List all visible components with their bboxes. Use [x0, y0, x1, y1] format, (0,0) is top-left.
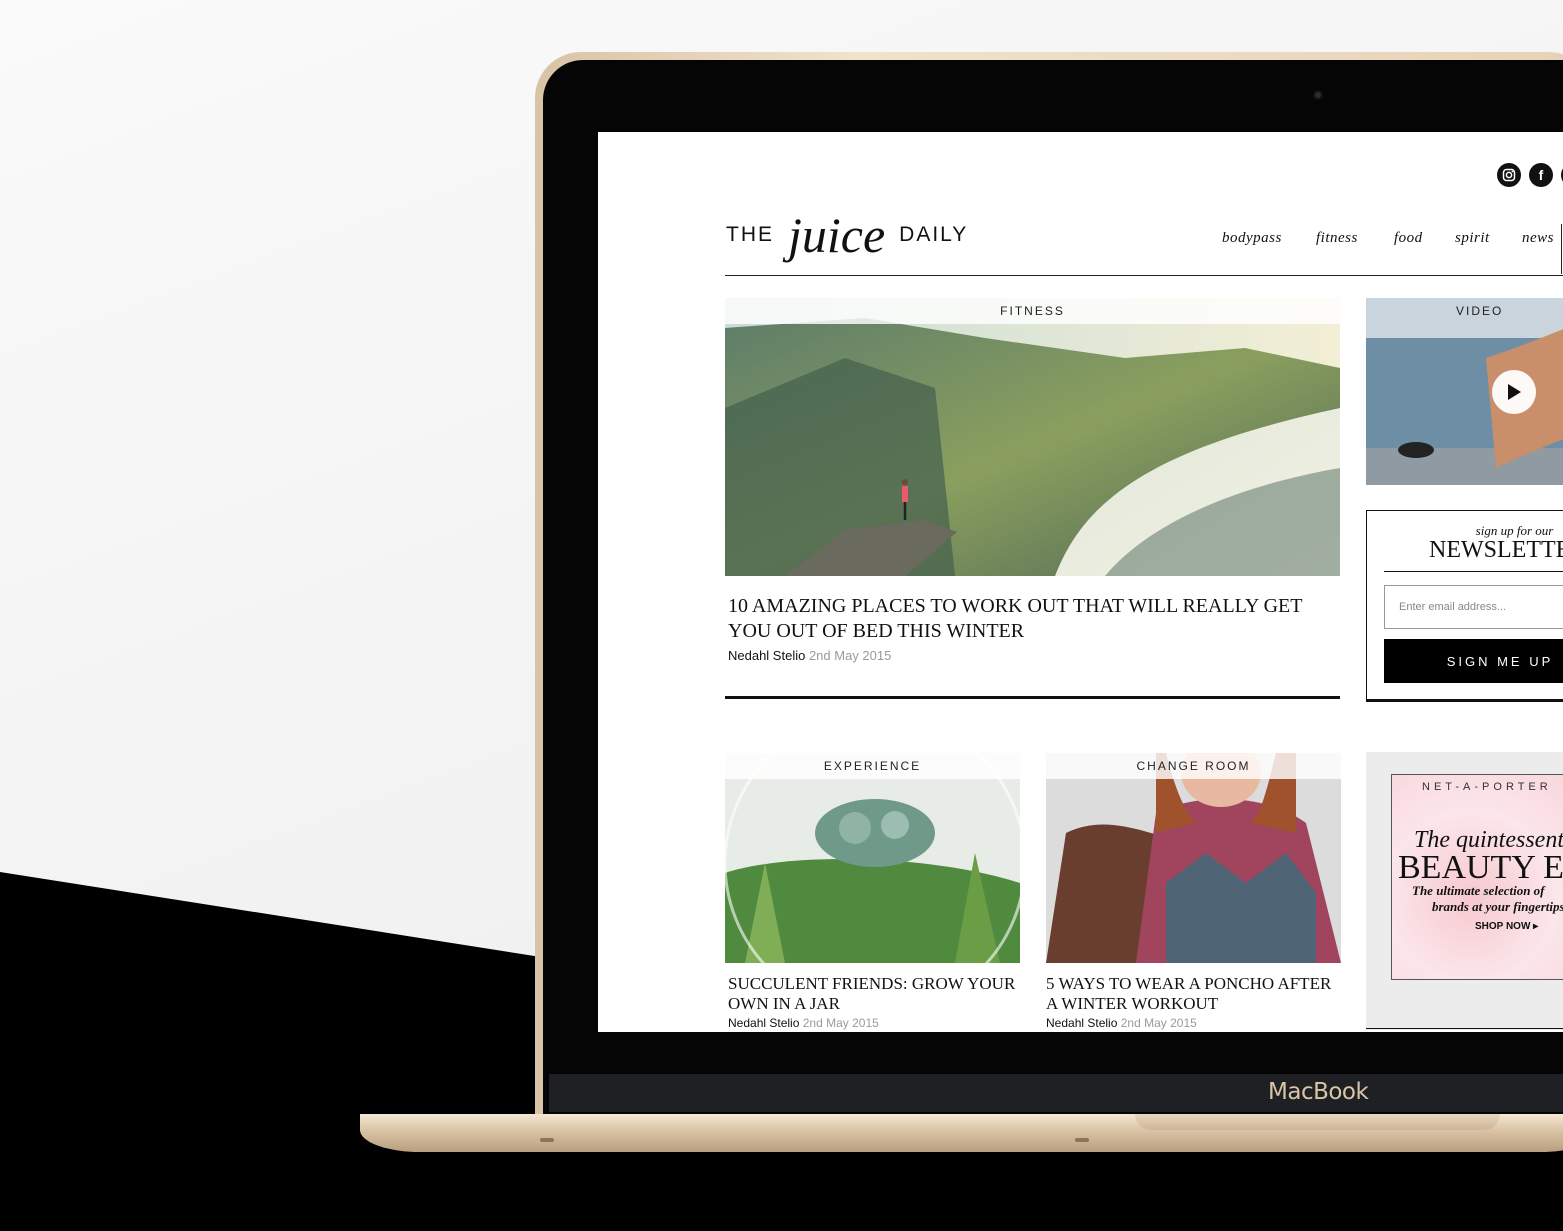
- nav-item-bodypass[interactable]: bodypass: [1222, 230, 1282, 247]
- feature-byline: Nedahl Stelio 2nd May 2015: [728, 648, 891, 663]
- camera-icon: [1313, 90, 1323, 100]
- feature-date: 2nd May 2015: [808, 648, 892, 663]
- nav-divider: [1561, 224, 1562, 274]
- article-image-poncho[interactable]: [1046, 753, 1341, 963]
- ad-line4: brands at your fingertips: [1432, 899, 1563, 914]
- sign-up-button[interactable]: SIGN ME UP: [1384, 639, 1563, 683]
- laptop-foot: [1075, 1138, 1089, 1142]
- play-button[interactable]: [1492, 370, 1536, 414]
- ad-line3: The ultimate selection of: [1412, 883, 1545, 898]
- article-headline[interactable]: SUCCULENT FRIENDS: GROW YOUR OWN IN A JA…: [728, 974, 1020, 1014]
- ad-banner[interactable]: NET-A-PORTER The quintessential BEAUTY E…: [1391, 774, 1563, 980]
- article-category[interactable]: CHANGE ROOM: [1046, 753, 1341, 779]
- header-rule: [725, 275, 1563, 276]
- laptop-notch: [1135, 1114, 1500, 1130]
- article-date: 2nd May 2015: [1120, 1016, 1197, 1030]
- email-field[interactable]: Enter email address...: [1384, 585, 1563, 629]
- ad-brand: NET-A-PORTER: [1422, 781, 1552, 793]
- facebook-icon[interactable]: f: [1529, 163, 1553, 187]
- site-logo[interactable]: THE juice DAILY: [726, 206, 968, 266]
- article-byline: Nedahl Stelio 2nd May 2015: [1046, 1016, 1197, 1030]
- logo-daily: DAILY: [899, 223, 969, 246]
- logo-juice: juice: [788, 207, 886, 263]
- article-image-succulent[interactable]: [725, 753, 1020, 963]
- article-byline: Nedahl Stelio 2nd May 2015: [728, 1016, 879, 1030]
- sidebar-rule: [1366, 1028, 1563, 1029]
- feature-headline[interactable]: 10 AMAZING PLACES TO WORK OUT THAT WILL …: [728, 594, 1338, 644]
- browser-screen: f THE juice DAILY bodypass fitness food sp…: [598, 132, 1563, 1032]
- feature-author[interactable]: Nedahl Stelio: [728, 648, 805, 663]
- newsletter-title: NEWSLETTER: [1429, 537, 1563, 563]
- sign-up-label: SIGN ME UP: [1446, 653, 1554, 669]
- ad-line2: BEAUTY EDIT: [1398, 849, 1563, 886]
- nav-item-food[interactable]: food: [1394, 230, 1423, 247]
- laptop-brand: MacBook: [1268, 1079, 1369, 1105]
- feature-image[interactable]: [725, 298, 1340, 576]
- newsletter-rule: [1384, 571, 1563, 572]
- laptop-chin: [549, 1074, 1563, 1112]
- article-headline[interactable]: 5 WAYS TO WEAR A PONCHO AFTER A WINTER W…: [1046, 974, 1338, 1014]
- laptop-foot: [540, 1138, 554, 1142]
- article-author[interactable]: Nedahl Stelio: [1046, 1016, 1117, 1030]
- video-category[interactable]: VIDEO: [1366, 298, 1563, 324]
- article-author[interactable]: Nedahl Stelio: [728, 1016, 799, 1030]
- shop-now-link[interactable]: SHOP NOW ▸: [1475, 921, 1538, 932]
- feature-divider: [725, 696, 1340, 699]
- instagram-icon[interactable]: [1497, 163, 1521, 187]
- article-category[interactable]: EXPERIENCE: [725, 753, 1020, 779]
- nav-item-spirit[interactable]: spirit: [1455, 230, 1490, 247]
- feature-category[interactable]: FITNESS: [725, 298, 1340, 324]
- article-date: 2nd May 2015: [802, 1016, 879, 1030]
- logo-the: THE: [726, 223, 774, 246]
- nav-item-fitness[interactable]: fitness: [1316, 230, 1358, 247]
- play-icon: [1508, 384, 1521, 400]
- nav-item-news[interactable]: news: [1522, 230, 1554, 247]
